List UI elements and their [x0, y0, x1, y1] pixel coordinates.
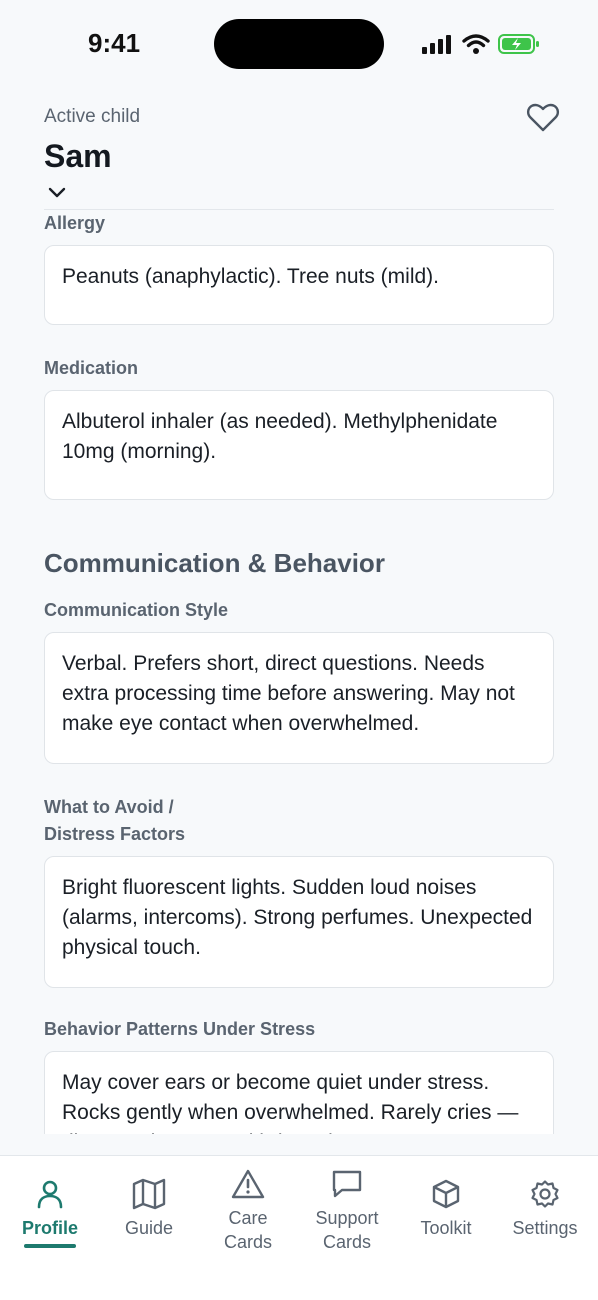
avoid-value[interactable]: Bright fluorescent lights. Sudden loud n… — [44, 856, 554, 988]
child-name[interactable]: Sam — [44, 138, 554, 175]
status-bar: 9:41 — [0, 0, 598, 90]
tab-toolkit[interactable]: Toolkit — [396, 1176, 496, 1240]
tab-care-label-1: Care — [228, 1208, 268, 1228]
communication-style-field: Communication Style Verbal. Prefers shor… — [44, 597, 554, 764]
stress-value[interactable]: May cover ears or become quiet under str… — [44, 1051, 554, 1134]
communication-style-value[interactable]: Verbal. Prefers short, direct questions.… — [44, 632, 554, 764]
tab-support-cards[interactable]: Support Cards — [297, 1166, 397, 1254]
status-time: 9:41 — [88, 28, 141, 58]
avoid-label-line2: Distress Factors — [44, 824, 186, 844]
signal-icon — [422, 35, 451, 54]
communication-style-label: Communication Style — [44, 600, 229, 620]
gear-icon — [531, 1180, 559, 1208]
medication-value[interactable]: Albuterol inhaler (as needed). Methylphe… — [44, 390, 554, 500]
stress-field: Behavior Patterns Under Stress May cover… — [44, 1016, 554, 1134]
allergy-label: Allergy — [44, 213, 106, 233]
tab-bar: Profile Guide Care Cards Support Cards T… — [0, 1155, 598, 1300]
battery-icon — [498, 34, 539, 54]
tab-support-label-2: Cards — [322, 1232, 371, 1252]
heart-icon — [526, 103, 560, 132]
dynamic-island — [214, 19, 384, 69]
box-icon — [432, 1179, 460, 1209]
avoid-field: What to Avoid / Distress Factors Bright … — [44, 794, 554, 988]
tab-support-label-1: Support — [315, 1208, 379, 1228]
tab-guide[interactable]: Guide — [99, 1176, 199, 1240]
active-tab-indicator — [24, 1244, 76, 1248]
avoid-label-line1: What to Avoid / — [44, 797, 174, 817]
favorite-button[interactable] — [526, 102, 560, 139]
profile-content[interactable]: Allergy Peanuts (anaphylactic). Tree nut… — [44, 210, 554, 1134]
status-icons — [422, 30, 540, 58]
child-selector[interactable] — [47, 186, 67, 205]
child-header: Active child Sam — [44, 103, 560, 210]
tab-care-cards[interactable]: Care Cards — [198, 1166, 298, 1254]
tab-profile[interactable]: Profile — [0, 1176, 100, 1240]
warning-icon — [231, 1169, 265, 1199]
message-icon — [332, 1170, 362, 1198]
allergy-field: Allergy Peanuts (anaphylactic). Tree nut… — [44, 210, 554, 325]
wifi-icon — [462, 34, 490, 54]
section-title: Communication & Behavior — [44, 548, 385, 578]
tab-settings[interactable]: Settings — [495, 1176, 595, 1240]
tab-settings-label: Settings — [512, 1218, 578, 1238]
tab-guide-label: Guide — [124, 1218, 174, 1238]
map-icon — [132, 1178, 166, 1210]
tab-toolkit-label: Toolkit — [420, 1218, 472, 1238]
medication-label: Medication — [44, 358, 139, 378]
active-child-label: Active child — [44, 106, 141, 127]
medication-field: Medication Albuterol inhaler (as needed)… — [44, 355, 554, 500]
person-icon — [37, 1180, 63, 1209]
stress-label: Behavior Patterns Under Stress — [44, 1019, 316, 1039]
tab-care-label-2: Cards — [223, 1232, 272, 1252]
chevron-down-icon — [48, 187, 66, 198]
allergy-value[interactable]: Peanuts (anaphylactic). Tree nuts (mild)… — [44, 245, 554, 325]
tab-profile-label: Profile — [21, 1218, 78, 1238]
